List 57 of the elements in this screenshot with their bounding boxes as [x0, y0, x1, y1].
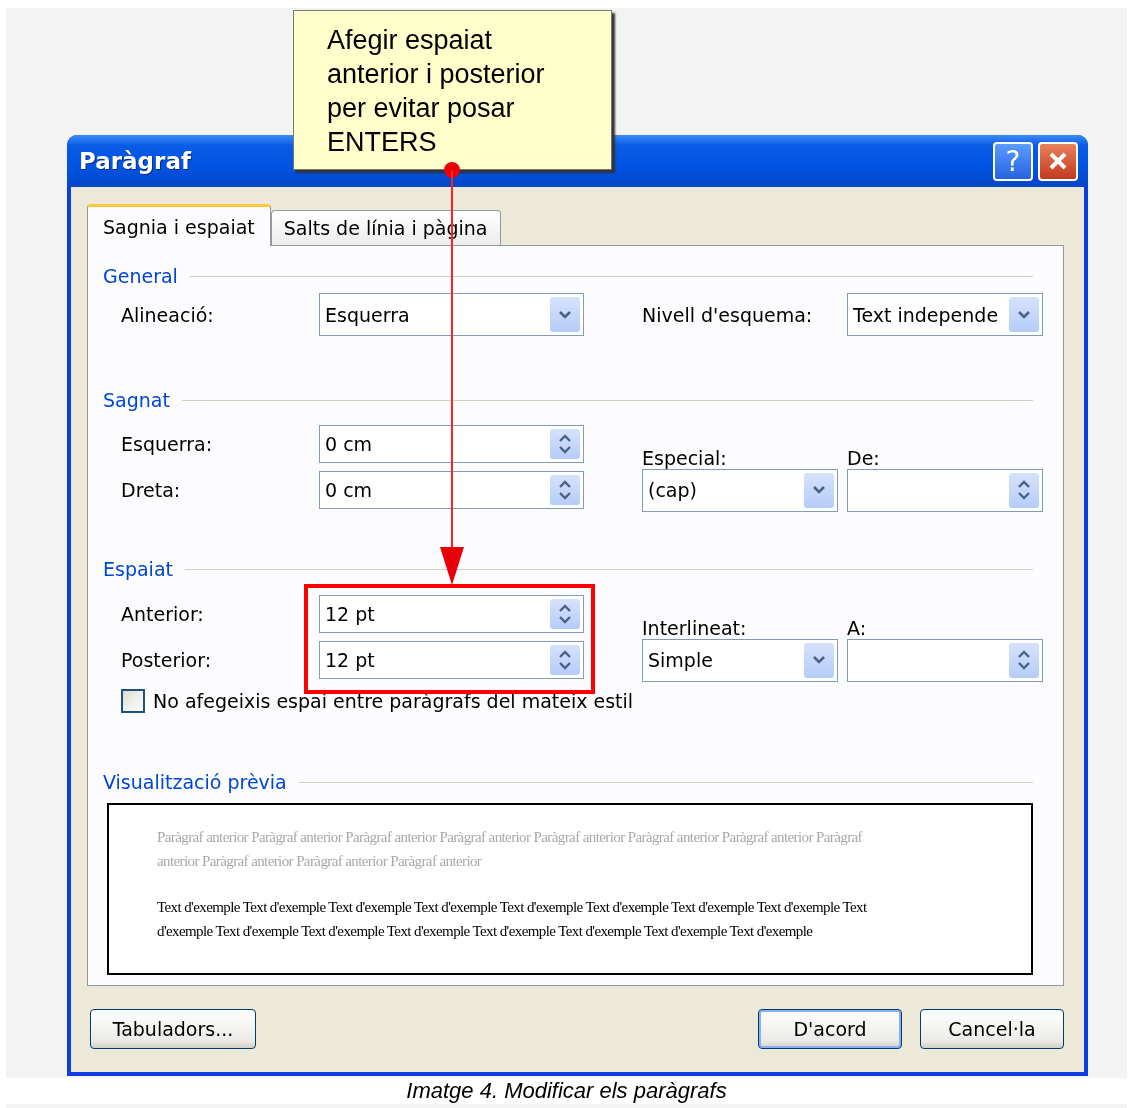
spin-field[interactable]: 12 pt [319, 595, 584, 633]
spin-field[interactable]: 12 pt [319, 641, 584, 679]
dropdown-arrow-button[interactable] [550, 297, 580, 332]
checkbox[interactable] [121, 689, 145, 713]
field-label: Anterior: [121, 603, 205, 625]
spin-button[interactable] [550, 429, 580, 459]
section-heading: Sagnat [103, 389, 171, 411]
dropdown-arrow-button[interactable] [804, 472, 834, 508]
alignment-dropdown[interactable]: Esquerra [319, 293, 584, 336]
up-down-arrows-icon [558, 433, 572, 455]
callout-note: Afegir espaiat anterior i posterior per evitar posar ENTERS [293, 10, 612, 170]
field-label: De: [847, 447, 881, 469]
dropdown-arrow-button[interactable] [804, 642, 834, 678]
previous-paragraph-text: Paràgraf anterior Paràgraf anterior Paràgraf anterior Paràgraf anterior Paràgraf anterior Paràgraf anterior Paràgraf anterior Paràgraf anterior Paràgraf anterior Paràgraf anterior Paràgraf anterior [157, 828, 864, 871]
chevron-down-icon [558, 309, 572, 320]
spin-field[interactable] [847, 468, 1043, 512]
section-heading: Espaiat [103, 558, 174, 580]
cancel-button[interactable]: Cancel·la [920, 1009, 1064, 1049]
spin-field[interactable]: 0 cm [319, 425, 584, 463]
field-label: Interlineat: [642, 617, 748, 639]
up-down-arrows-icon [558, 479, 572, 501]
field-label: Dreta: [121, 479, 182, 501]
spin-button[interactable] [1009, 642, 1039, 678]
up-down-arrows-icon [1017, 649, 1031, 671]
sample-paragraph-text: Text d'exemple Text d'exemple Text d'exemple Text d'exemple Text d'exemple Text d'exemple Text d'exemple Text d'exemple Text d'exemple Text d'exemple Text d'exemple Text d'exemple Text d'exemple Text d'exemple Text d'exemple Text d'exemple [157, 898, 868, 941]
dropdown-arrow-button[interactable] [1009, 297, 1039, 332]
field-label: Especial: [642, 447, 728, 469]
up-down-arrows-icon [558, 649, 572, 671]
spin-button[interactable] [550, 475, 580, 505]
close-icon [1047, 150, 1069, 172]
line-spacing-dropdown[interactable]: Simple [642, 638, 838, 682]
spin-button[interactable] [550, 645, 580, 675]
figure-caption: Imatge 4. Modificar els paràgrafs [6, 1078, 1127, 1104]
special-dropdown[interactable]: (cap) [642, 468, 838, 512]
chevron-down-icon [1017, 309, 1031, 320]
window-title: Paràgraf [79, 148, 193, 174]
spin-field[interactable]: 0 cm [319, 471, 584, 509]
up-down-arrows-icon [558, 603, 572, 625]
field-label: A: [847, 617, 868, 639]
section-heading: General [103, 265, 179, 287]
spin-field[interactable] [847, 638, 1043, 682]
field-label: Esquerra: [121, 433, 214, 455]
checkbox-label: No afegeixis espai entre paràgrafs del mateix estil [153, 690, 634, 712]
field-label: Nivell d'esquema: [642, 303, 814, 326]
spin-button[interactable] [1009, 472, 1039, 508]
field-label: Posterior: [121, 649, 213, 671]
chevron-down-icon [812, 485, 826, 495]
section-heading: Visualització prèvia [103, 771, 288, 793]
spin-button[interactable] [550, 599, 580, 629]
up-down-arrows-icon [1017, 479, 1031, 501]
chevron-down-icon [812, 655, 826, 665]
ok-button[interactable]: D'acord [758, 1009, 902, 1049]
tabs-button[interactable]: Tabuladors... [90, 1009, 256, 1049]
tab[interactable]: Sagnia i espaiat [87, 204, 271, 246]
outline-level-dropdown[interactable]: Text independe [847, 293, 1043, 336]
close-button[interactable] [1038, 141, 1078, 181]
field-label: Alineació: [121, 303, 215, 326]
